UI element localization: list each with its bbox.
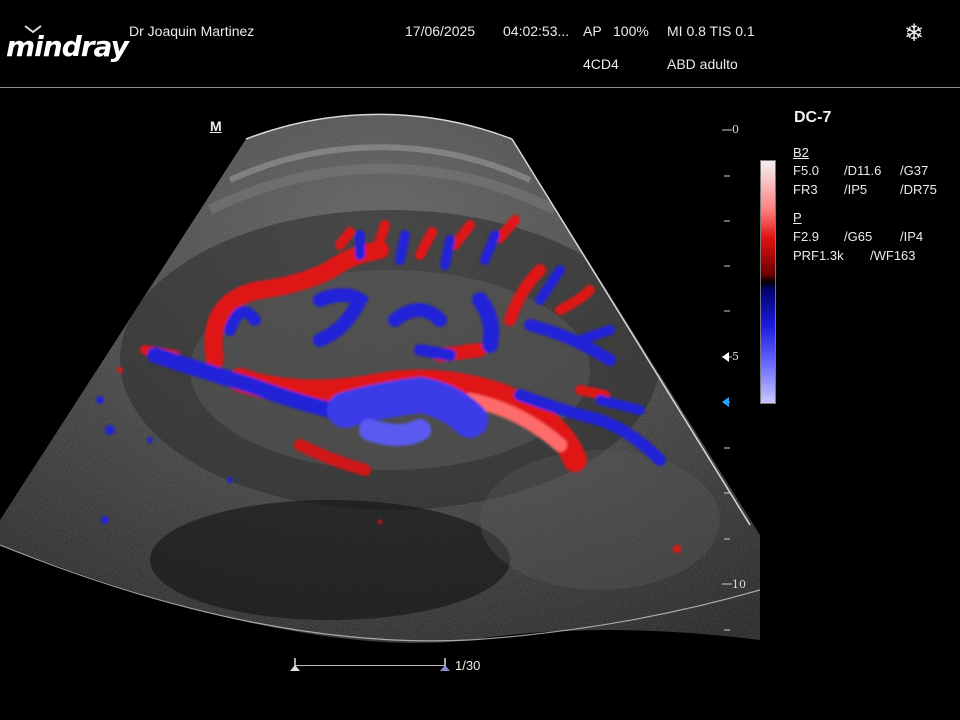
ultrasound-sector-image — [0, 113, 760, 643]
exam-time: 04:02:53... — [503, 23, 570, 39]
focus-marker-icon — [722, 352, 729, 362]
power-mode-param: /IP4 — [900, 229, 924, 244]
cine-timeline[interactable] — [294, 665, 446, 666]
power-mode-title: P — [793, 210, 802, 225]
b-mode-param: /G37 — [900, 163, 929, 178]
brand-logo: mindray — [6, 30, 129, 63]
acoustic-power-label: AP — [583, 23, 602, 39]
operator-name: Dr Joaquin Martinez — [129, 23, 255, 39]
probe-name: 4CD4 — [583, 56, 619, 72]
depth-label-10: 10 — [732, 578, 746, 591]
power-mode-param: F2.9 — [793, 229, 820, 244]
mi-tis-readout: MI 0.8 TIS 0.1 — [667, 23, 755, 39]
b-mode-param: /IP5 — [844, 182, 868, 197]
probe-model: DC-7 — [794, 109, 832, 126]
exam-preset: ABD adulto — [667, 56, 738, 72]
power-mode-param: PRF1.3k — [793, 248, 844, 263]
frame-counter: 1/30 — [455, 658, 481, 673]
depth-scale — [722, 129, 732, 631]
b-mode-param: /D11.6 — [844, 163, 882, 178]
freeze-snowflake-icon[interactable]: ❄ — [900, 20, 928, 48]
orientation-mark: M — [210, 118, 222, 134]
power-doppler-colorbar — [760, 160, 776, 404]
depth-label-0: 0 — [732, 123, 739, 136]
b-mode-title: B2 — [793, 145, 809, 160]
exam-date: 17/06/2025 — [405, 23, 476, 39]
power-mode-param: /G65 — [844, 229, 873, 244]
cine-end-icon[interactable] — [438, 657, 452, 673]
b-mode-param: FR3 — [793, 182, 818, 197]
acoustic-power-value: 100% — [613, 23, 649, 39]
depth-marker-icon — [722, 397, 729, 407]
depth-label-5: 5 — [732, 350, 739, 363]
b-mode-param: /DR75 — [900, 182, 937, 197]
power-mode-param: /WF163 — [870, 248, 916, 263]
b-mode-param: F5.0 — [793, 163, 820, 178]
